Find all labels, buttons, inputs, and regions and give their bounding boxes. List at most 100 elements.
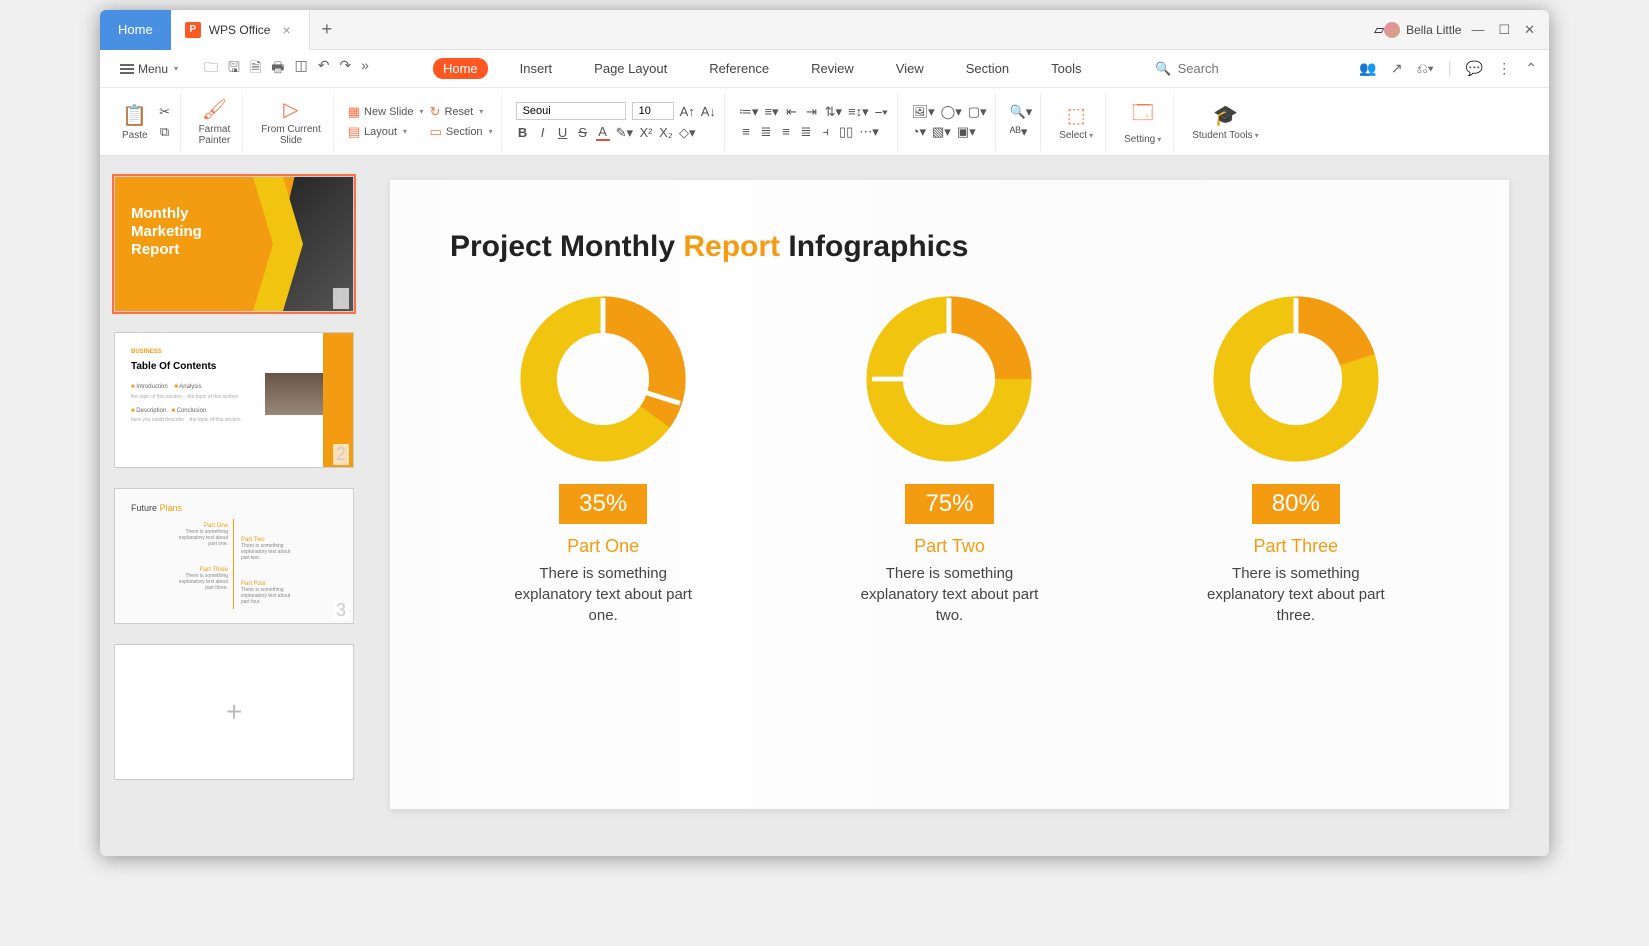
highlight-button[interactable]: ✎▾ [616, 125, 633, 141]
copy-icon[interactable]: ⧉ [158, 124, 172, 140]
percent-badge: 35% [559, 484, 647, 524]
preview-icon[interactable]: ◫ [294, 57, 307, 81]
tab-reference[interactable]: Reference [699, 58, 779, 79]
font-family-select[interactable] [516, 102, 626, 120]
align-right-button[interactable]: ≡ [779, 124, 793, 139]
close-tab-icon[interactable]: × [278, 22, 294, 38]
find-icon[interactable]: 🔍▾ [1010, 104, 1033, 120]
font-group: A↑ A↓ B I U S A ✎▾ X² X₂ ◇▾ [508, 93, 725, 151]
close-window-icon[interactable]: ✕ [1524, 22, 1535, 38]
slide-title[interactable]: Project Monthly Report Infographics [450, 230, 1449, 264]
arrange-icon[interactable]: ▢▾ [968, 104, 987, 120]
new-slide-icon: ▦ [348, 104, 360, 120]
numbering-button[interactable]: ≡▾ [764, 104, 778, 120]
increase-indent-button[interactable]: ⇥ [805, 104, 819, 120]
shrink-font-icon[interactable]: A↓ [701, 104, 716, 119]
setting-button[interactable]: 🗔 Setting▾ [1120, 96, 1165, 147]
font-color-button[interactable]: A [596, 124, 610, 141]
fill-icon[interactable]: ◔▾ [912, 124, 926, 140]
save-icon[interactable]: 🖫 [228, 57, 240, 81]
more-para-button[interactable]: ⋯▾ [859, 124, 879, 140]
line-spacing-button[interactable]: ≡↕▾ [848, 104, 869, 120]
picture-icon[interactable]: 🖼▾ [912, 104, 935, 120]
redo-icon[interactable]: ↷ [339, 57, 351, 81]
effects-icon[interactable]: ▣▾ [957, 124, 976, 140]
italic-button[interactable]: I [536, 125, 550, 140]
tab-review[interactable]: Review [801, 58, 864, 79]
chart-part-one[interactable]: 35% Part One There is something explanat… [513, 294, 693, 626]
add-slide-thumbnail[interactable]: + [114, 644, 354, 780]
tab-home[interactable]: Home [433, 58, 488, 79]
bold-button[interactable]: B [516, 125, 530, 140]
tab-tools[interactable]: Tools [1041, 58, 1091, 79]
cut-icon[interactable]: ✂ [158, 104, 172, 120]
new-tab-button[interactable]: + [310, 19, 345, 40]
slide-group: ▦New Slide▾ ▤Layout▾ ↻Reset▾ ▭Section▾ [340, 93, 502, 151]
main-menu-button[interactable]: Menu ▾ [112, 58, 186, 80]
outline-icon[interactable]: ▧▾ [932, 124, 951, 140]
from-current-slide-button[interactable]: ▷ From Current Slide [257, 95, 324, 148]
home-button[interactable]: Home [100, 10, 171, 50]
font-size-select[interactable] [632, 102, 674, 120]
align-text-button[interactable]: ⎯▾ [875, 104, 889, 120]
document-tab[interactable]: P WPS Office × [171, 10, 310, 50]
ribbon-tabs: Home Insert Page Layout Reference Review… [433, 58, 1092, 79]
grow-font-icon[interactable]: A↑ [680, 104, 695, 119]
minimize-icon[interactable]: — [1471, 22, 1484, 37]
more-qat-icon[interactable]: » [361, 57, 369, 81]
justify-button[interactable]: ≣ [799, 124, 813, 140]
distribute-button[interactable]: ⫞ [819, 124, 833, 140]
slide-thumbnail-2[interactable]: BUSINESS Table Of Contents ■ Introductio… [114, 332, 354, 468]
chart-part-three[interactable]: 80% Part Three There is something explan… [1206, 294, 1386, 626]
user-menu[interactable]: Bella Little [1384, 22, 1471, 38]
section-button[interactable]: ▭Section▾ [430, 124, 493, 140]
columns-button[interactable]: ▯▯ [839, 124, 853, 140]
undo-icon[interactable]: ↶ [318, 57, 330, 81]
select-button[interactable]: ⬚ Select▾ [1055, 101, 1097, 143]
collapse-ribbon-icon[interactable]: ⌃ [1525, 60, 1537, 78]
layout-button[interactable]: ▤Layout▾ [348, 124, 424, 140]
replace-icon[interactable]: ᴬᴮ▾ [1010, 124, 1028, 140]
reset-button[interactable]: ↻Reset▾ [430, 104, 493, 120]
clear-format-button[interactable]: ◇▾ [679, 125, 696, 141]
slide-thumbnail-1[interactable]: Monthly Marketing Report 1 [114, 176, 354, 312]
align-center-button[interactable]: ≣ [759, 124, 773, 140]
new-slide-button[interactable]: ▦New Slide▾ [348, 104, 424, 120]
slide-thumbnail-3[interactable]: Future Plans Part OneThere is something … [114, 488, 354, 624]
print-icon[interactable]: 🖶 [271, 57, 284, 81]
tab-view[interactable]: View [886, 58, 934, 79]
slide-number: 1 [333, 288, 349, 309]
slide-thumbnails-panel[interactable]: Monthly Marketing Report 1 BUSINESS Tabl… [100, 156, 370, 856]
underline-button[interactable]: U [556, 125, 570, 140]
cursor-icon: ⬚ [1067, 103, 1086, 128]
tab-page-layout[interactable]: Page Layout [584, 58, 677, 79]
superscript-button[interactable]: X² [639, 125, 653, 140]
slide-canvas[interactable]: Project Monthly Report Infographics 35% [390, 180, 1509, 809]
bullets-button[interactable]: ≔▾ [739, 104, 759, 120]
feedback-icon[interactable]: 💬 [1466, 60, 1483, 78]
export-icon[interactable]: 🗎 [250, 57, 261, 81]
history-icon[interactable]: ⎌▾ [1417, 60, 1434, 78]
align-left-button[interactable]: ≡ [739, 124, 753, 139]
share-icon[interactable]: 👥 [1359, 60, 1376, 78]
open-icon[interactable]: 🗀 [204, 57, 218, 81]
search-input[interactable] [1178, 61, 1298, 76]
tab-section[interactable]: Section [956, 58, 1019, 79]
maximize-icon[interactable]: ☐ [1498, 22, 1510, 38]
part-description: There is something explanatory text abou… [513, 563, 693, 626]
thumb-toc-items: ■ Introduction ■ Analysis the topic of t… [131, 383, 241, 424]
strike-button[interactable]: S [576, 125, 590, 140]
tablet-mode-icon[interactable]: ▱ [1374, 22, 1384, 38]
format-painter-button[interactable]: 🖌 Farmat Painter [195, 95, 235, 148]
upload-icon[interactable]: ↗ [1391, 60, 1403, 78]
tab-insert[interactable]: Insert [510, 58, 563, 79]
student-tools-button[interactable]: 🎓 Student Tools▾ [1188, 101, 1262, 143]
search-box[interactable]: 🔍 [1155, 61, 1335, 77]
more-icon[interactable]: ⋮ [1497, 60, 1511, 78]
chart-part-two[interactable]: 75% Part Two There is something explanat… [859, 294, 1039, 626]
text-direction-button[interactable]: ⇅▾ [825, 104, 842, 120]
decrease-indent-button[interactable]: ⇤ [785, 104, 799, 120]
shapes-icon[interactable]: ◯▾ [941, 104, 962, 120]
paste-button[interactable]: 📋 Paste [118, 101, 152, 143]
subscript-button[interactable]: X₂ [659, 125, 673, 140]
